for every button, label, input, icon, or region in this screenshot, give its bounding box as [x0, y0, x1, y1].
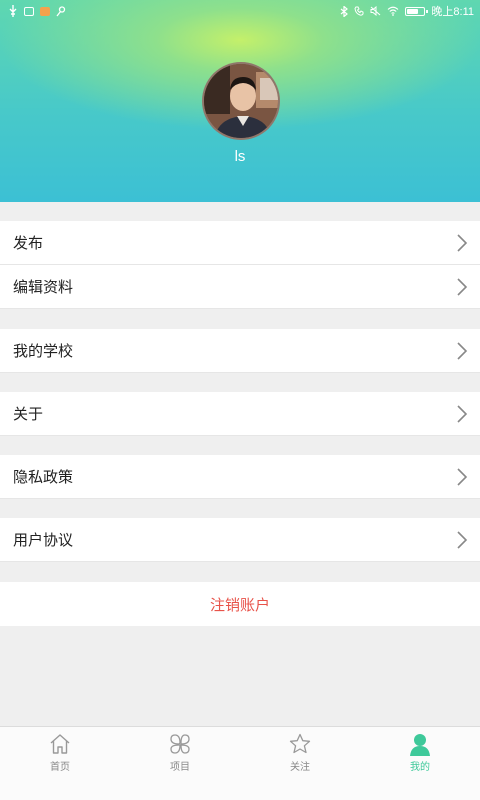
tab-follow[interactable]: 关注 — [240, 727, 360, 800]
star-icon — [289, 733, 311, 754]
home-icon — [50, 734, 70, 754]
chevron-right-icon — [457, 531, 468, 549]
avatar-photo — [204, 64, 278, 138]
menu-item-edit-profile[interactable]: 编辑资料 — [0, 265, 480, 309]
avatar[interactable] — [202, 62, 280, 140]
profile-header: 晚上8:11 ls — [0, 0, 480, 202]
logout-button[interactable]: 注销账户 — [0, 582, 480, 626]
menu-item-privacy-policy[interactable]: 隐私政策 — [0, 455, 480, 499]
wifi-icon — [387, 6, 399, 16]
menu-item-user-agreement[interactable]: 用户协议 — [0, 518, 480, 562]
chevron-right-icon — [457, 405, 468, 423]
username: ls — [234, 148, 246, 165]
menu-item-label: 关于 — [13, 406, 44, 423]
menu-item-label: 隐私政策 — [13, 469, 74, 486]
tab-mine[interactable]: 我的 — [360, 727, 480, 800]
menu-item-label: 用户协议 — [13, 532, 74, 549]
person-icon — [410, 734, 430, 756]
image-icon — [24, 6, 34, 16]
tab-label: 关注 — [290, 762, 310, 773]
menu-item-publish[interactable]: 发布 — [0, 221, 480, 265]
status-time: 晚上8:11 — [431, 6, 474, 18]
tab-label: 首页 — [50, 762, 70, 773]
clover-icon — [170, 734, 190, 754]
chevron-right-icon — [457, 342, 468, 360]
key-icon — [56, 5, 66, 17]
menu-item-label: 发布 — [13, 235, 44, 252]
tab-home[interactable]: 首页 — [0, 727, 120, 800]
menu-item-my-school[interactable]: 我的学校 — [0, 329, 480, 373]
mute-icon — [370, 6, 381, 16]
battery-icon — [405, 6, 429, 16]
tab-projects[interactable]: 项目 — [120, 727, 240, 800]
status-bar: 晚上8:11 — [0, 0, 480, 22]
bluetooth-icon — [340, 5, 349, 17]
bottom-tab-bar: 首页 项目 关注 我的 — [0, 726, 480, 800]
phone-icon — [354, 6, 364, 16]
tab-label: 我的 — [410, 762, 430, 773]
chevron-right-icon — [457, 468, 468, 486]
tab-label: 项目 — [170, 762, 190, 773]
usb-icon — [8, 5, 18, 17]
menu-item-about[interactable]: 关于 — [0, 392, 480, 436]
menu-item-label: 编辑资料 — [13, 279, 74, 296]
menu-item-label: 我的学校 — [13, 343, 74, 360]
play-store-icon — [40, 6, 50, 16]
chevron-right-icon — [457, 278, 468, 296]
chevron-right-icon — [457, 234, 468, 252]
